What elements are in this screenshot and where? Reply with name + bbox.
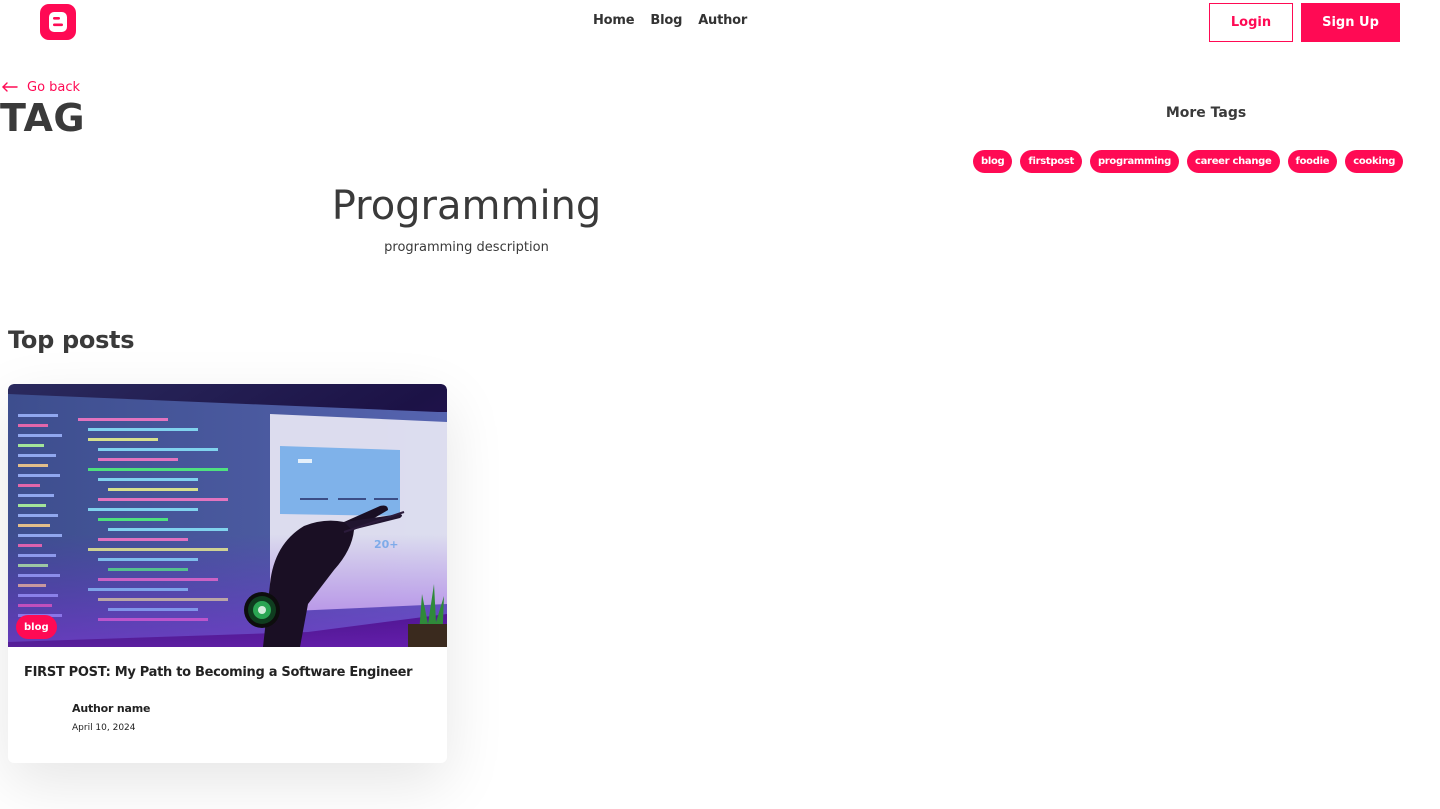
arrow-left-icon: [2, 81, 19, 94]
more-tags-list: blog firstpost programming career change…: [973, 150, 1404, 173]
tag-pill-career-change[interactable]: career change: [1186, 150, 1280, 173]
post-cover-image[interactable]: 20+ blog: [8, 384, 447, 647]
tag-pill-blog[interactable]: blog: [973, 150, 1013, 173]
post-tag-badge[interactable]: blog: [16, 615, 57, 639]
author-avatar: [32, 704, 66, 738]
tag-pill-cooking[interactable]: cooking: [1345, 150, 1404, 173]
go-back-link[interactable]: Go back: [2, 80, 80, 95]
author-name[interactable]: Author name: [72, 702, 150, 715]
signup-button[interactable]: Sign Up: [1301, 3, 1400, 42]
tag-pill-programming[interactable]: programming: [1089, 150, 1179, 173]
post-card[interactable]: 20+ blog FIRST POST: My Path to Becoming…: [8, 384, 447, 763]
nav-home-link[interactable]: Home: [593, 13, 635, 28]
post-date: April 10, 2024: [72, 723, 136, 733]
tag-pill-foodie[interactable]: foodie: [1287, 150, 1338, 173]
blogger-logo-icon[interactable]: [40, 4, 76, 40]
login-button[interactable]: Login: [1209, 3, 1293, 42]
more-tags-title: More Tags: [1165, 105, 1247, 121]
tag-description: programming description: [384, 240, 549, 255]
tag-title: Programming: [331, 183, 602, 229]
site-header: Home Blog Author Login Sign Up: [0, 0, 1440, 44]
post-title[interactable]: FIRST POST: My Path to Becoming a Softwa…: [24, 665, 434, 680]
nav-blog-link[interactable]: Blog: [650, 13, 682, 28]
tag-pill-firstpost[interactable]: firstpost: [1020, 150, 1082, 173]
main-nav: Home Blog Author: [593, 13, 747, 28]
go-back-label: Go back: [27, 80, 81, 95]
top-posts-heading: Top posts: [8, 326, 135, 354]
page-heading: TAG: [0, 96, 86, 140]
nav-author-link[interactable]: Author: [698, 13, 747, 28]
